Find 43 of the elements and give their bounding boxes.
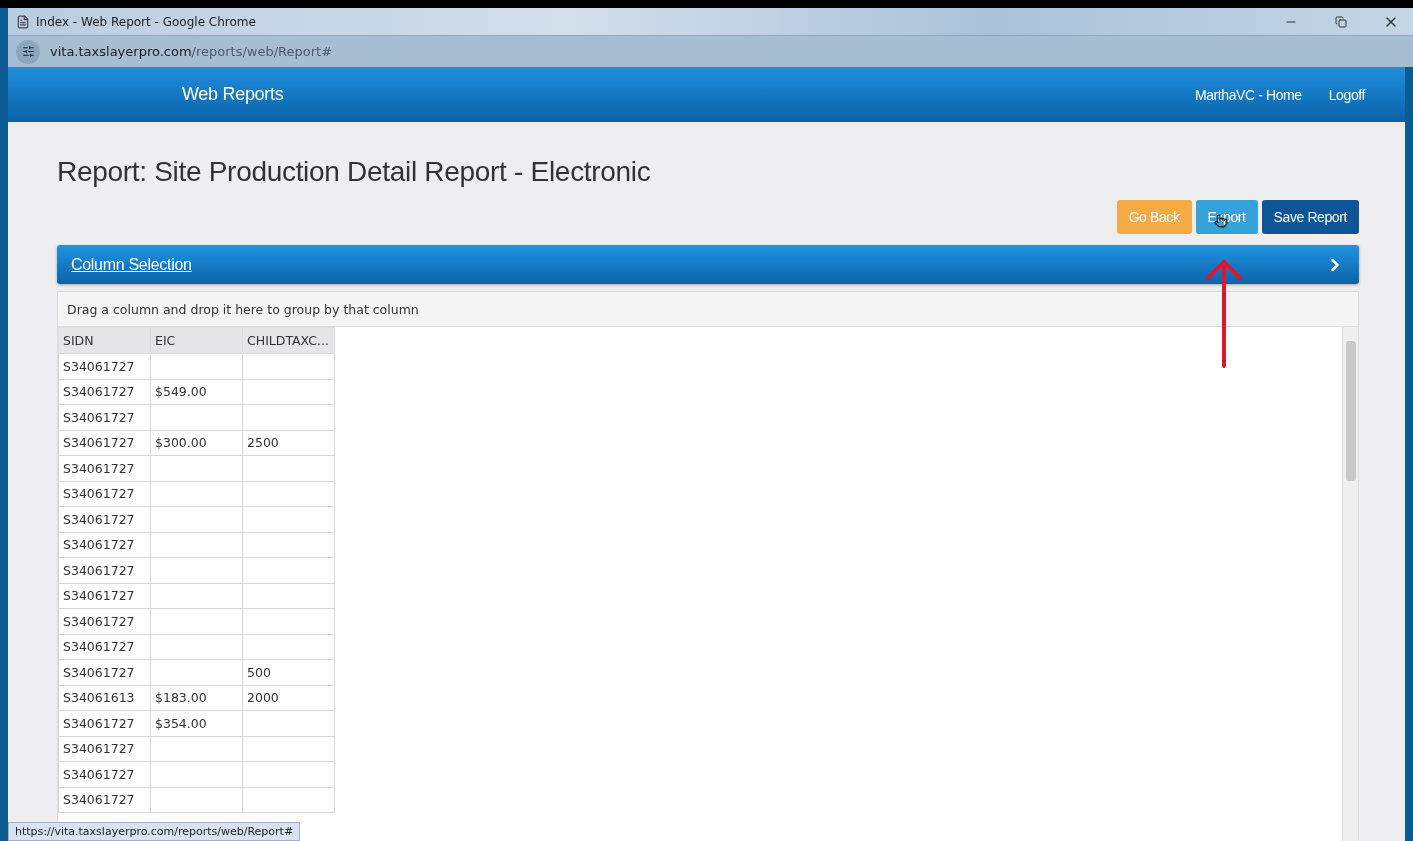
site-settings-icon[interactable] bbox=[16, 39, 40, 64]
status-url: https://vita.taxslayerpro.com/reports/web/Report# bbox=[8, 822, 301, 841]
table-cell: S34061727 bbox=[58, 761, 151, 787]
table-cell: S34061727 bbox=[58, 583, 151, 609]
table-cell: S34061727 bbox=[58, 787, 151, 813]
table-cell: S34061727 bbox=[58, 710, 151, 736]
scrollbar[interactable] bbox=[1342, 327, 1358, 841]
table-cell: 2500 bbox=[242, 430, 335, 456]
table-cell: S34061727 bbox=[58, 736, 151, 762]
column-header[interactable]: CHILDTAXC... bbox=[242, 327, 335, 354]
table-cell: S34061727 bbox=[58, 557, 151, 583]
column-header[interactable]: EIC bbox=[150, 327, 243, 354]
nav-link[interactable]: MarthaVC - Home bbox=[1194, 86, 1302, 103]
table-cell: $183.00 bbox=[150, 685, 243, 711]
nav-link[interactable]: Logoff bbox=[1328, 86, 1365, 103]
action-button[interactable]: Save Report bbox=[1261, 200, 1359, 234]
table-cell: S34061727 bbox=[58, 481, 151, 507]
table-cell: S34061727 bbox=[58, 608, 151, 634]
site-brand[interactable]: Web Reports bbox=[182, 84, 1168, 105]
table-cell: S34061613 bbox=[58, 685, 151, 711]
table-cell: S34061727 bbox=[58, 404, 151, 430]
table-cell: 500 bbox=[242, 659, 335, 685]
table-cell: 2000 bbox=[242, 685, 335, 711]
window-title: Index - Web Report - Google Chrome bbox=[36, 14, 257, 29]
table-cell: S34061727 bbox=[58, 430, 151, 456]
column-selection-bar[interactable]: Column Selection bbox=[57, 245, 1359, 284]
table-cell: S34061727 bbox=[58, 379, 151, 405]
page-icon bbox=[16, 14, 30, 29]
table-cell: S34061727 bbox=[58, 634, 151, 660]
table-cell: S34061727 bbox=[58, 659, 151, 685]
page-title: Report: Site Production Detail Report - Electronic bbox=[57, 156, 652, 188]
action-button[interactable]: Export bbox=[1195, 200, 1258, 234]
table-cell: S34061727 bbox=[58, 353, 151, 379]
column-header[interactable]: SIDN bbox=[58, 327, 151, 354]
table-cell: $300.00 bbox=[150, 430, 243, 456]
table-cell: S34061727 bbox=[58, 455, 151, 481]
table-cell: $354.00 bbox=[150, 710, 243, 736]
table-cell: S34061727 bbox=[58, 506, 151, 532]
restore-icon[interactable] bbox=[1335, 15, 1347, 28]
address-field[interactable]: vita.taxslayerpro.com/reports/web/Report# bbox=[50, 44, 333, 59]
table-cell: $549.00 bbox=[150, 379, 243, 405]
column-selection-link[interactable]: Column Selection bbox=[71, 255, 192, 274]
table-cell: S34061727 bbox=[58, 532, 151, 558]
